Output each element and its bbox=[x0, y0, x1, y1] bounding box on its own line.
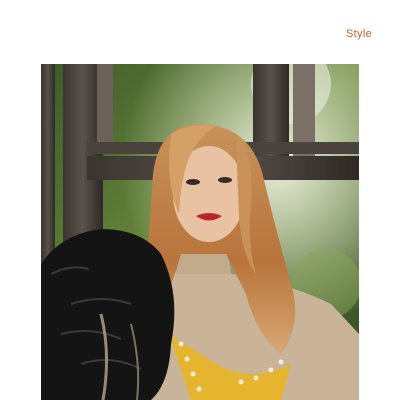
category-link-style[interactable]: Style bbox=[346, 28, 372, 40]
portrait-photo bbox=[41, 64, 359, 400]
